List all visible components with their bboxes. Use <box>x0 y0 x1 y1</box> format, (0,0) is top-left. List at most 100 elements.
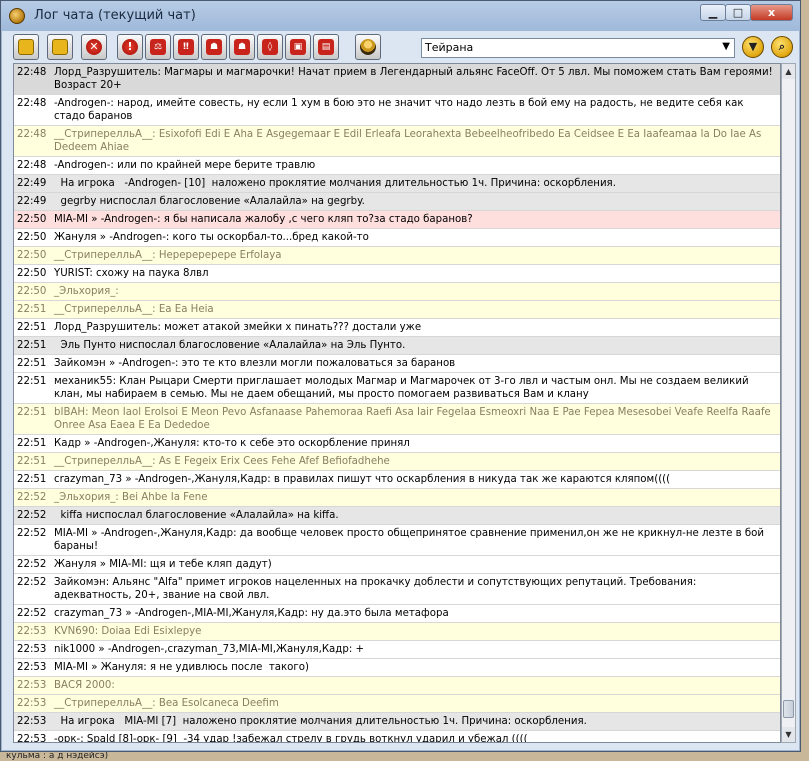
maximize-button[interactable]: □ <box>725 4 751 21</box>
message-text[interactable]: crazyman_73 » -Androgen-,MIA-MI,Жануля,К… <box>54 607 776 620</box>
message-text[interactable]: На игрока MIA-MI [7] наложено проклятие … <box>54 715 776 728</box>
message-text[interactable]: Лорд_Разрушитель: может атакой змейки х … <box>54 321 776 334</box>
message-time: 22:51 <box>17 304 47 315</box>
chat-message: 22:52 Зайкомэн: Альянс "Alfa" примет игро… <box>14 574 780 605</box>
chat-message: 22:51 механик55: Клан Рыцари Смерти пригл… <box>14 373 780 404</box>
shield-button[interactable]: ◊ <box>257 34 283 60</box>
close-button[interactable]: x <box>750 4 793 21</box>
chat-message: 22:53 ВАСЯ 2000: <box>14 677 780 695</box>
chat-message: 22:48 __СтриперелльА__: Esixofofi Edi E A… <box>14 126 780 157</box>
chat-log[interactable]: 22:48 Лорд_Разрушитель: Магмары и магмаро… <box>13 63 781 743</box>
chat-message: 22:50 YURIST: схожу на паука 8лвл <box>14 265 780 283</box>
message-time: 22:53 <box>17 734 47 743</box>
chat-message: 22:51 bIBAH: Meon Iaol Erolsoi E Meon Pev… <box>14 404 780 435</box>
minimize-button[interactable]: ▁ <box>700 4 726 21</box>
message-time: 22:51 <box>17 438 47 449</box>
cancel-button[interactable]: ✕ <box>81 34 107 60</box>
scroll-down-icon[interactable]: ▼ <box>782 727 795 742</box>
lock-button[interactable] <box>47 34 73 60</box>
chevron-down-icon: ▼ <box>722 41 730 52</box>
message-text[interactable]: _Эльхория_: <box>54 285 776 298</box>
message-text[interactable]: MIA-MI » -Androgen-,Жануля,Кадр: да вооб… <box>54 527 776 553</box>
message-text[interactable]: -Androgen-: или по крайней мере берите т… <box>54 159 776 172</box>
message-text[interactable]: -орк-: Spald [8]-орк- [9] -34 удар !забе… <box>54 733 776 742</box>
message-text[interactable]: MIA-MI » -Androgen-: я бы написала жалоб… <box>54 213 776 226</box>
message-text[interactable]: bIBAH: Meon Iaol Erolsoi E Meon Pevo Asf… <box>54 406 776 432</box>
channel-select[interactable]: Тейрана ▼ <box>421 38 735 58</box>
chat-message: 22:50 MIA-MI » -Androgen-: я бы написала … <box>14 211 780 229</box>
app-icon <box>9 8 25 24</box>
message-text[interactable]: __СтриперелльА__: Esixofofi Edi E Aha E … <box>54 128 776 154</box>
message-text[interactable]: Жануля » -Androgen-: кого ты оскорбал-то… <box>54 231 776 244</box>
card-button[interactable]: ▣ <box>285 34 311 60</box>
message-text[interactable]: __СтриперелльА__: As E Fegeix Erix Cees … <box>54 455 776 468</box>
double-alert-button[interactable]: ‼ <box>173 34 199 60</box>
message-time: 22:51 <box>17 456 47 467</box>
message-text[interactable]: -Androgen-: народ, имейте совесть, ну ес… <box>54 97 776 123</box>
message-text[interactable]: На игрока -Androgen- [10] наложено прокл… <box>54 177 776 190</box>
chat-message: 22:53 MIA-MI » Жануля: я не удивлюсь посл… <box>14 659 780 677</box>
message-time: 22:53 <box>17 716 47 727</box>
message-time: 22:51 <box>17 474 47 485</box>
message-text[interactable]: Эль Пунто ниспослал благословение «Алала… <box>54 339 776 352</box>
chat-message: 22:48 -Androgen-: народ, имейте совесть, … <box>14 95 780 126</box>
scales-button[interactable]: ⚖ <box>145 34 171 60</box>
filter-icon: ▼ <box>748 40 758 53</box>
chat-message: 22:52 kiffa ниспослал благословение «Ала… <box>14 507 780 525</box>
message-time: 22:52 <box>17 528 47 539</box>
chat-message: 22:51 Зайкомэн » -Androgen-: это те кто в… <box>14 355 780 373</box>
message-text[interactable]: _Эльхория_: Bei Ahbe Ia Fene <box>54 491 776 504</box>
chat-message: 22:53 -орк-: Spald [8]-орк- [9] -34 удар … <box>14 731 780 743</box>
alert-button[interactable]: ! <box>117 34 143 60</box>
message-text[interactable]: __СтриперелльА__: Bea Esolcaneca Deefim <box>54 697 776 710</box>
message-time: 22:50 <box>17 250 47 261</box>
message-text[interactable]: __СтриперелльА__: Ea Ea Heia <box>54 303 776 316</box>
search-button[interactable]: ⌕ <box>771 36 793 58</box>
message-text[interactable]: crazyman_73 » -Androgen-,Жануля,Кадр: в … <box>54 473 776 486</box>
message-time: 22:49 <box>17 178 47 189</box>
scales-icon: ⚖ <box>150 39 166 55</box>
chat-message: 22:51 Кадр » -Androgen-,Жануля: кто-то к … <box>14 435 780 453</box>
message-text[interactable]: kiffa ниспослал благословение «Алалайла»… <box>54 509 776 522</box>
channel-select-value: Тейрана <box>425 41 474 54</box>
search-icon: ⌕ <box>778 40 786 53</box>
chat-message: 22:51 __СтриперелльА__: Ea Ea Heia <box>14 301 780 319</box>
message-time: 22:52 <box>17 510 47 521</box>
group-button[interactable]: ☗ <box>201 34 227 60</box>
scroll-thumb[interactable] <box>783 700 794 718</box>
message-text[interactable]: механик55: Клан Рыцари Смерти приглашает… <box>54 375 776 401</box>
background-chat-text: кульма : а д нэдейсэ) <box>6 752 109 761</box>
message-time: 22:52 <box>17 577 47 588</box>
message-time: 22:53 <box>17 680 47 691</box>
chat-message: 22:48 -Androgen-: или по крайней мере бер… <box>14 157 780 175</box>
message-text[interactable]: ВАСЯ 2000: <box>54 679 776 692</box>
group-icon: ☗ <box>206 39 222 55</box>
chat-message: 22:51 crazyman_73 » -Androgen-,Жануля,Кад… <box>14 471 780 489</box>
card-alt-button[interactable]: ▤ <box>313 34 339 60</box>
message-text[interactable]: YURIST: схожу на паука 8лвл <box>54 267 776 280</box>
document-button[interactable] <box>13 34 39 60</box>
message-text[interactable]: gegrby ниспослал благословение «Алалайла… <box>54 195 776 208</box>
message-time: 22:53 <box>17 698 47 709</box>
message-time: 22:51 <box>17 358 47 369</box>
message-text[interactable]: Жануля » MIA-MI: щя и тебе кляп дадут) <box>54 558 776 571</box>
crowd-button[interactable]: ☗ <box>229 34 255 60</box>
message-time: 22:51 <box>17 376 47 387</box>
message-text[interactable]: Кадр » -Androgen-,Жануля: кто-то к себе … <box>54 437 776 450</box>
user-button[interactable] <box>355 34 381 60</box>
filter-button[interactable]: ▼ <box>742 36 764 58</box>
chat-message: 22:50 _Эльхория_: <box>14 283 780 301</box>
message-text[interactable]: MIA-MI » Жануля: я не удивлюсь после так… <box>54 661 776 674</box>
message-time: 22:51 <box>17 340 47 351</box>
chat-message: 22:49 На игрока -Androgen- [10] наложено… <box>14 175 780 193</box>
chat-log-window: Лог чата (текущий чат) ▁ □ x ✕! ⚖ ‼ ☗ ☗ ◊ ▣ ▤ Т… <box>0 0 801 752</box>
message-text[interactable]: nik1000 » -Androgen-,crazyman_73,MIA-MI,… <box>54 643 776 656</box>
message-text[interactable]: KVN690: Doiaa Edi Esixlepye <box>54 625 776 638</box>
message-text[interactable]: __СтриперелльА__: Неререререре Erfolaya <box>54 249 776 262</box>
message-text[interactable]: Зайкомэн: Альянс "Alfa" примет игроков н… <box>54 576 776 602</box>
title-bar[interactable]: Лог чата (текущий чат) ▁ □ x <box>1 1 800 31</box>
scrollbar[interactable]: ▲ ▼ <box>781 63 796 743</box>
message-text[interactable]: Лорд_Разрушитель: Магмары и магмарочки! … <box>54 66 776 92</box>
message-text[interactable]: Зайкомэн » -Androgen-: это те кто влезли… <box>54 357 776 370</box>
scroll-up-icon[interactable]: ▲ <box>782 64 795 79</box>
